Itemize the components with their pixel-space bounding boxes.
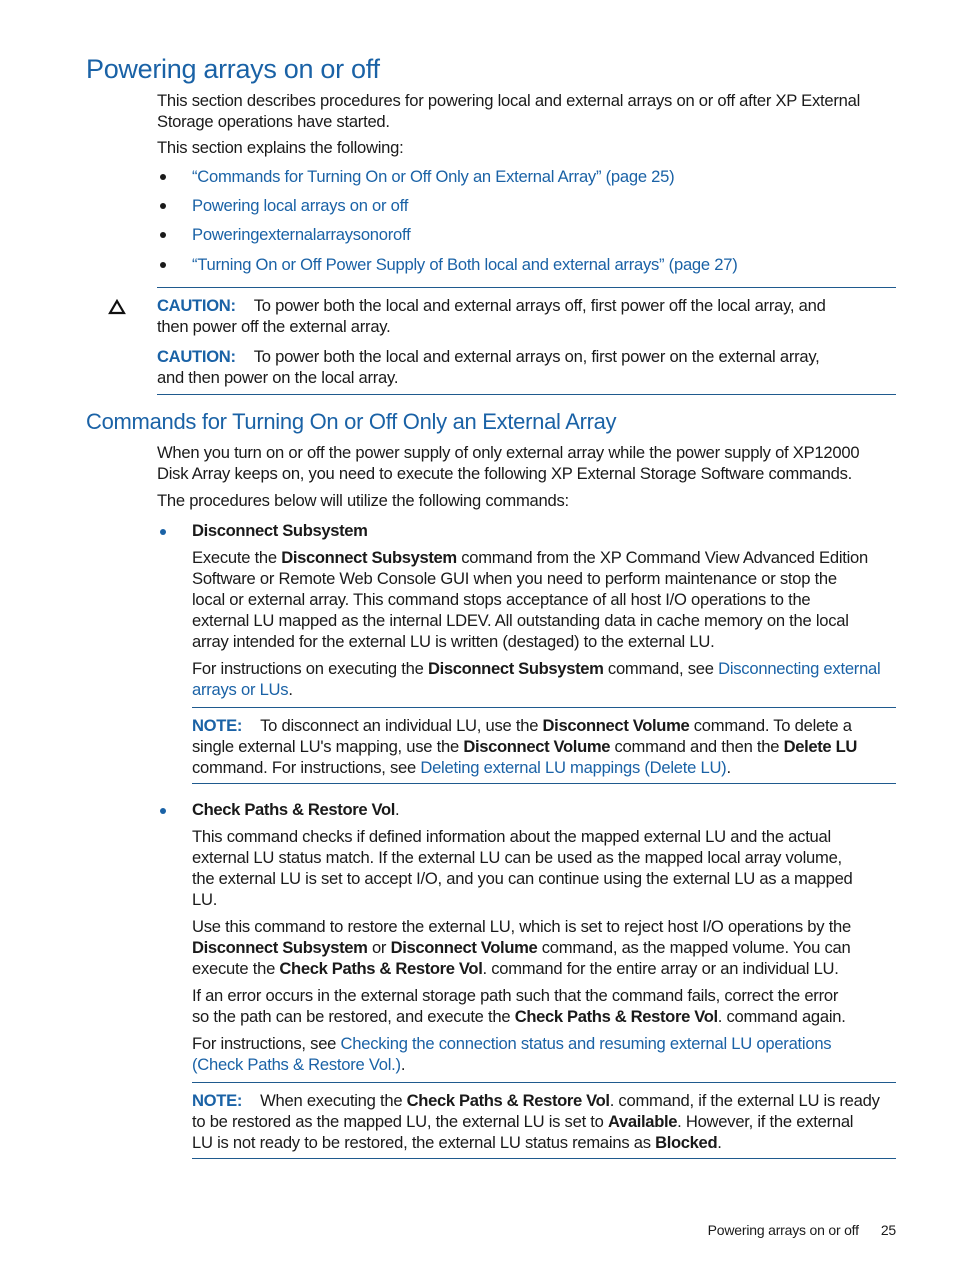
command-desc-disconnect-subsystem: Execute the Disconnect Subsystem command… <box>192 547 902 652</box>
text-run: LU. <box>192 890 218 909</box>
text-run: array intended for the external LU is wr… <box>192 632 715 651</box>
command-title-disconnect-subsystem: Disconnect Subsystem <box>192 521 368 540</box>
bold-term: Disconnect Subsystem <box>192 938 368 957</box>
caution-bottom-divider <box>157 394 896 395</box>
section-heading: Commands for Turning On or Off Only an E… <box>86 409 617 434</box>
caution-1: CAUTION: To power both the local and exte… <box>157 296 826 336</box>
text-run: or <box>367 938 391 957</box>
text-run: . <box>717 1133 722 1152</box>
text-run: (Check Paths & Restore Vol.) <box>192 1055 401 1074</box>
bold-term: Check Paths & Restore Vol <box>192 800 396 819</box>
page-footer: Powering arrays on or off 25 <box>707 1222 897 1238</box>
bold-term: Blocked <box>655 1133 718 1152</box>
text-run: . command again. <box>717 1007 846 1026</box>
toc-link-commands-external[interactable]: “Commands for Turning On or Off Only an … <box>192 166 675 187</box>
bold-term: Check Paths & Restore Vol <box>514 1007 718 1026</box>
page-number: 25 <box>880 1222 896 1238</box>
link-deleting-external-lu-mappings[interactable]: Deleting external LU mappings (Delete LU… <box>420 758 726 777</box>
text-run: . <box>726 758 731 777</box>
text-run: For instructions on executing the <box>192 659 428 678</box>
text-run: single external LU's mapping, use the <box>192 737 464 756</box>
text-run: command. For instructions, see <box>192 758 421 777</box>
text-run: . <box>395 800 400 819</box>
text-run: When executing the <box>260 1091 407 1110</box>
note-disconnect-volume: NOTE: To disconnect an individual LU, use… <box>192 715 902 778</box>
text-run: If an error occurs in the external stora… <box>192 986 839 1005</box>
text-run: . command for the entire array or an ind… <box>482 959 839 978</box>
text-run: LU is not ready to be restored, the exte… <box>192 1133 656 1152</box>
bold-term: Check Paths & Restore Vol <box>279 959 483 978</box>
intro-line-1: This section describes procedures for po… <box>157 91 861 110</box>
caution-label: CAUTION: <box>157 296 236 315</box>
text-run: local or external array. This command st… <box>192 590 811 609</box>
bullet-icon <box>160 174 166 180</box>
note-1-top-divider <box>192 707 896 708</box>
text-run: external LU mapped as the internal LDEV.… <box>192 611 849 630</box>
bold-term: Disconnect Subsystem <box>281 548 457 567</box>
text-run: To disconnect an individual LU, use the <box>260 716 543 735</box>
toc-link-powering-local[interactable]: Powering local arrays on or off <box>192 195 408 216</box>
command-title-check-paths: Check Paths & Restore Vol. <box>192 799 400 820</box>
text-run: the external LU is set to accept I/O, an… <box>192 869 853 888</box>
text-run: command. To delete a <box>689 716 852 735</box>
text-run: command, see <box>603 659 719 678</box>
bold-term: Disconnect Volume <box>390 938 538 957</box>
note-2-bottom-divider <box>192 1158 896 1159</box>
bullet-icon <box>160 262 166 268</box>
text-run: . <box>400 1055 406 1074</box>
command-instr-check-paths: For instructions, see Checking the conne… <box>192 1033 902 1075</box>
intro-line-2: Storage operations have started. <box>157 112 390 131</box>
command-desc-check-paths: This command checks if defined informati… <box>192 826 902 910</box>
command-use-check-paths: Use this command to restore the external… <box>192 916 902 979</box>
note-label: NOTE: <box>192 716 243 735</box>
intro-paragraph: This section describes procedures for po… <box>157 90 860 132</box>
footer-title: Powering arrays on or off <box>707 1222 859 1238</box>
bullet-icon <box>160 203 166 209</box>
bullet-icon <box>160 232 166 238</box>
text-run: Checking the connection status and resum… <box>340 1034 832 1053</box>
text-run: Software or Remote Web Console GUI when … <box>192 569 837 588</box>
text-run: external LU status match. If the externa… <box>192 848 842 867</box>
warning-triangle-icon <box>108 299 126 315</box>
section-procedures: The procedures below will utilize the fo… <box>157 491 569 510</box>
caution-label: CAUTION: <box>157 347 236 366</box>
text-run: so the path can be restored, and execute… <box>192 1007 515 1026</box>
bold-term: Disconnect Volume <box>463 737 611 756</box>
text-run: . command, if the external LU is ready <box>609 1091 880 1110</box>
text-run: arrays or LUs <box>192 680 289 699</box>
text-run: command, as the mapped volume. You can <box>537 938 851 957</box>
text-run: For instructions, see <box>192 1034 341 1053</box>
bold-term: Delete LU <box>783 737 858 756</box>
bullet-icon <box>160 529 166 535</box>
text-run: execute the <box>192 959 280 978</box>
section-intro: When you turn on or off the power supply… <box>157 443 860 483</box>
command-error-check-paths: If an error occurs in the external stora… <box>192 985 902 1027</box>
text-run: Disconnecting external <box>718 659 881 678</box>
bullet-icon <box>160 808 166 814</box>
note-check-paths: NOTE: When executing the Check Paths & Re… <box>192 1090 902 1153</box>
bold-term: Disconnect Subsystem <box>427 659 604 678</box>
text-run: to be restored as the mapped LU, the ext… <box>192 1112 609 1131</box>
caution-2: CAUTION: To power both the local and exte… <box>157 347 820 387</box>
command-instr-disconnect-subsystem: For instructions on executing the Discon… <box>192 658 902 700</box>
note-label: NOTE: <box>192 1091 243 1110</box>
note-1-bottom-divider <box>192 783 896 784</box>
toc-link-turning-both[interactable]: “Turning On or Off Power Supply of Both … <box>192 254 738 275</box>
text-run: Execute the <box>192 548 282 567</box>
text-run: . <box>288 680 293 699</box>
note-2-top-divider <box>192 1082 896 1083</box>
text-run: command and then the <box>610 737 784 756</box>
caution-top-divider <box>157 287 896 288</box>
toc-link-powering-external[interactable]: Poweringexternalarraysonoroff <box>192 224 411 245</box>
text-run: This command checks if defined informati… <box>192 827 831 846</box>
page-title: Powering arrays on or off <box>86 54 380 84</box>
intro-explains: This section explains the following: <box>157 138 404 157</box>
document-page: Powering arrays on or off This section d… <box>0 0 954 1271</box>
text-run: Use this command to restore the external… <box>192 917 852 936</box>
bold-term: Available <box>608 1112 678 1131</box>
text-run: command from the XP Command View Advance… <box>456 548 869 567</box>
text-run: . However, if the external <box>677 1112 854 1131</box>
bold-term: Check Paths & Restore Vol <box>406 1091 610 1110</box>
bold-term: Disconnect Volume <box>542 716 690 735</box>
